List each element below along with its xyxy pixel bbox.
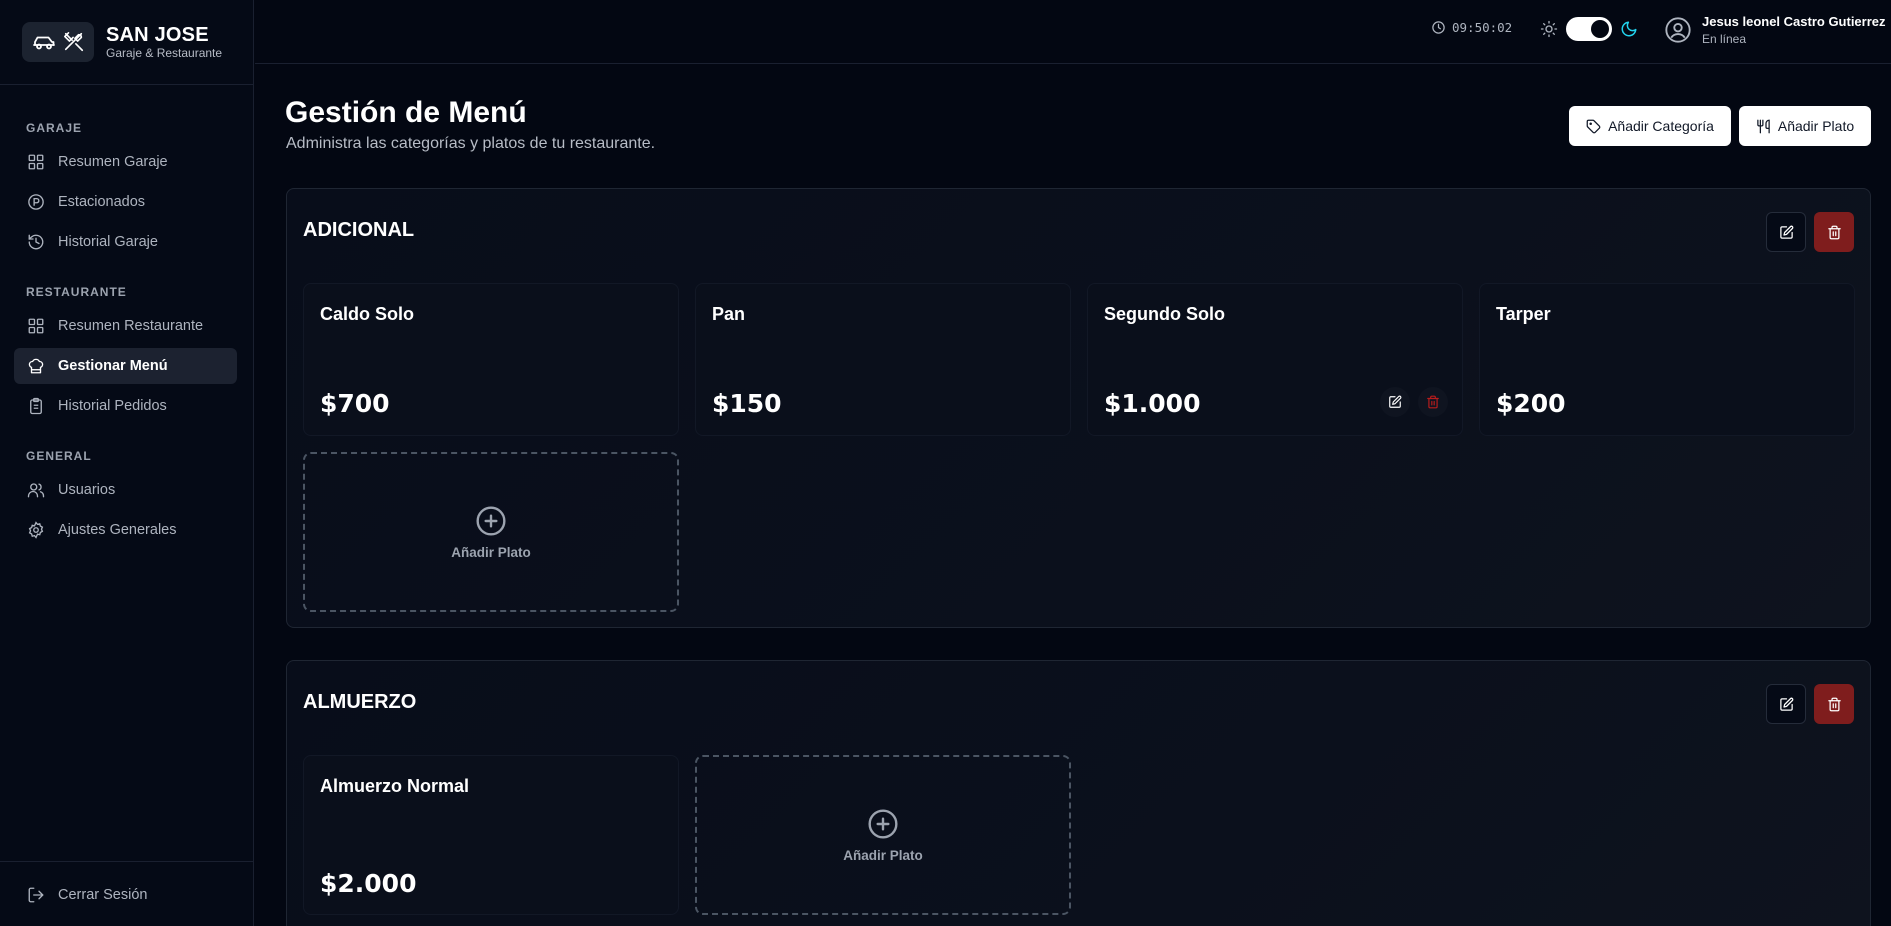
- edit-dish-button[interactable]: [1380, 387, 1410, 417]
- dish-card[interactable]: Caldo Solo $700: [303, 283, 679, 436]
- utensils-icon: [1756, 119, 1771, 134]
- dish-name: Caldo Solo: [320, 304, 414, 324]
- sun-icon[interactable]: [1540, 20, 1558, 38]
- sidebar-item-label: Gestionar Menú: [58, 358, 168, 374]
- sidebar-item-resumen-garaje[interactable]: Resumen Garaje: [14, 144, 237, 180]
- edit-category-button[interactable]: [1766, 212, 1806, 252]
- sidebar-item-gestionar-menu[interactable]: Gestionar Menú: [14, 348, 237, 384]
- toggle-knob: [1591, 20, 1609, 38]
- logout-button[interactable]: Cerrar Sesión: [14, 877, 237, 913]
- brand: SAN JOSE Garaje & Restaurante: [0, 0, 253, 85]
- sidebar-item-label: Usuarios: [58, 482, 116, 498]
- dish-card[interactable]: Almuerzo Normal $2.000: [303, 755, 679, 915]
- parking-icon: [26, 192, 46, 212]
- chef-hat-icon: [26, 356, 46, 376]
- delete-category-button[interactable]: [1814, 212, 1854, 252]
- logout-icon: [26, 885, 46, 905]
- sidebar-item-label: Resumen Garaje: [58, 154, 168, 170]
- dish-price: $150: [712, 389, 782, 418]
- category-card: ALMUERZO Almuerzo Normal $2.000 Añadir P…: [286, 660, 1871, 926]
- grid-icon: [26, 152, 46, 172]
- plus-circle-icon: [475, 505, 507, 537]
- dish-name: Segundo Solo: [1104, 304, 1225, 324]
- page-subtitle: Administra las categorías y platos de tu…: [286, 135, 656, 152]
- sidebar-item-usuarios[interactable]: Usuarios: [14, 472, 237, 508]
- brand-title: SAN JOSE: [106, 24, 209, 46]
- trash-icon: [1426, 395, 1440, 409]
- sidebar: SAN JOSE Garaje & Restaurante GARAJE Res…: [0, 0, 254, 926]
- nav-section-garaje: GARAJE: [26, 121, 83, 135]
- clipboard-icon: [26, 396, 46, 416]
- theme-toggle[interactable]: [1566, 17, 1612, 41]
- clock-time: 09:50:02: [1452, 20, 1513, 35]
- sidebar-item-historial-pedidos[interactable]: Historial Pedidos: [14, 388, 237, 424]
- add-dish-card-label: Añadir Plato: [451, 544, 531, 560]
- clock: 09:50:02: [1431, 20, 1512, 35]
- trash-icon: [1827, 697, 1842, 712]
- delete-category-button[interactable]: [1814, 684, 1854, 724]
- topbar: 09:50:02 Jesus leonel Castro Gutierrez E…: [255, 0, 1891, 64]
- edit-icon: [1388, 395, 1402, 409]
- sidebar-item-label: Estacionados: [58, 194, 146, 210]
- logout-label: Cerrar Sesión: [58, 887, 148, 903]
- user-menu[interactable]: Jesus leonel Castro Gutierrez En línea: [1664, 14, 1886, 46]
- dish-name: Tarper: [1496, 304, 1551, 324]
- sidebar-item-label: Resumen Restaurante: [58, 318, 204, 334]
- add-dish-label: Añadir Plato: [1777, 118, 1855, 134]
- add-dish-card[interactable]: Añadir Plato: [303, 452, 679, 612]
- page-title: Gestión de Menú: [285, 96, 527, 129]
- add-category-button[interactable]: Añadir Categoría: [1569, 106, 1731, 146]
- dish-card[interactable]: Segundo Solo $1.000: [1087, 283, 1463, 436]
- dish-price: $2.000: [320, 869, 417, 898]
- dish-actions: [1380, 387, 1448, 417]
- add-category-label: Añadir Categoría: [1608, 118, 1714, 134]
- sidebar-item-label: Historial Pedidos: [58, 398, 167, 414]
- sidebar-item-label: Historial Garaje: [58, 234, 158, 250]
- category-card: ADICIONAL Caldo Solo $700 Pan $150 Segun…: [286, 188, 1871, 628]
- gear-icon: [26, 520, 46, 540]
- clock-icon: [1431, 20, 1446, 35]
- tag-icon: [1586, 119, 1601, 134]
- edit-category-button[interactable]: [1766, 684, 1806, 724]
- category-title: ALMUERZO: [303, 691, 417, 713]
- dish-card[interactable]: Tarper $200: [1479, 283, 1855, 436]
- edit-icon: [1779, 225, 1794, 240]
- moon-icon[interactable]: [1620, 20, 1638, 38]
- category-title: ADICIONAL: [303, 219, 415, 241]
- user-status: En línea: [1702, 32, 1747, 46]
- sidebar-item-historial-garaje[interactable]: Historial Garaje: [14, 224, 237, 260]
- theme-switcher: [1540, 17, 1638, 41]
- add-dish-card[interactable]: Añadir Plato: [695, 755, 1071, 915]
- dish-name: Pan: [712, 304, 746, 324]
- sidebar-item-ajustes-generales[interactable]: Ajustes Generales: [14, 512, 237, 548]
- car-icon: [32, 34, 56, 50]
- dish-card[interactable]: Pan $150: [695, 283, 1071, 436]
- add-dish-button[interactable]: Añadir Plato: [1739, 106, 1871, 146]
- user-circle-icon: [1664, 16, 1692, 44]
- trash-icon: [1827, 225, 1842, 240]
- users-icon: [26, 480, 46, 500]
- edit-icon: [1779, 697, 1794, 712]
- sidebar-item-resumen-restaurante[interactable]: Resumen Restaurante: [14, 308, 237, 344]
- brand-subtitle: Garaje & Restaurante: [106, 46, 223, 60]
- plus-circle-icon: [867, 808, 899, 840]
- nav-section-restaurante: RESTAURANTE: [26, 285, 127, 299]
- utensils-crossed-icon: [63, 31, 85, 53]
- dish-price: $700: [320, 389, 390, 418]
- grid-icon: [26, 316, 46, 336]
- dish-price: $200: [1496, 389, 1566, 418]
- sidebar-item-estacionados[interactable]: Estacionados: [14, 184, 237, 220]
- user-name: Jesus leonel Castro Gutierrez: [1702, 14, 1886, 29]
- add-dish-card-label: Añadir Plato: [843, 847, 923, 863]
- sidebar-footer: Cerrar Sesión: [0, 861, 254, 926]
- brand-logo: [22, 22, 94, 62]
- delete-dish-button[interactable]: [1418, 387, 1448, 417]
- dish-name: Almuerzo Normal: [320, 776, 470, 796]
- sidebar-item-label: Ajustes Generales: [58, 522, 177, 538]
- nav-section-general: GENERAL: [26, 449, 92, 463]
- dish-price: $1.000: [1104, 389, 1201, 418]
- history-icon: [26, 232, 46, 252]
